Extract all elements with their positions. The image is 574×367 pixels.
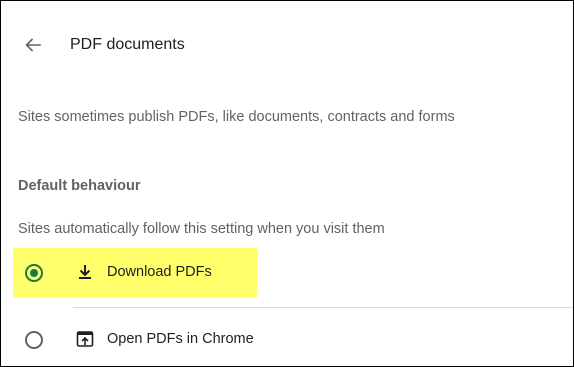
radio-open-pdfs-in-chrome[interactable] — [25, 331, 43, 349]
default-behaviour-heading: Default behaviour — [18, 178, 141, 194]
page-header: PDF documents — [1, 1, 573, 87]
page-description: Sites sometimes publish PDFs, like docum… — [18, 109, 455, 125]
open-in-browser-icon — [76, 331, 94, 347]
settings-panel: PDF documents Sites sometimes publish PD… — [0, 0, 574, 367]
default-behaviour-description: Sites automatically follow this setting … — [18, 221, 385, 237]
radio-download-pdfs[interactable] — [25, 264, 43, 282]
page-title: PDF documents — [70, 36, 185, 53]
arrow-left-icon — [25, 38, 41, 52]
option-divider — [73, 307, 573, 308]
option-download-pdfs[interactable]: Download PDFs — [1, 248, 573, 298]
download-icon — [79, 265, 91, 279]
option-label-download-pdfs: Download PDFs — [107, 264, 212, 280]
option-label-open-pdfs-in-chrome: Open PDFs in Chrome — [107, 331, 254, 347]
radio-selected-dot — [30, 269, 38, 277]
back-button[interactable] — [19, 31, 47, 59]
option-open-pdfs-in-chrome[interactable]: Open PDFs in Chrome — [1, 315, 573, 365]
